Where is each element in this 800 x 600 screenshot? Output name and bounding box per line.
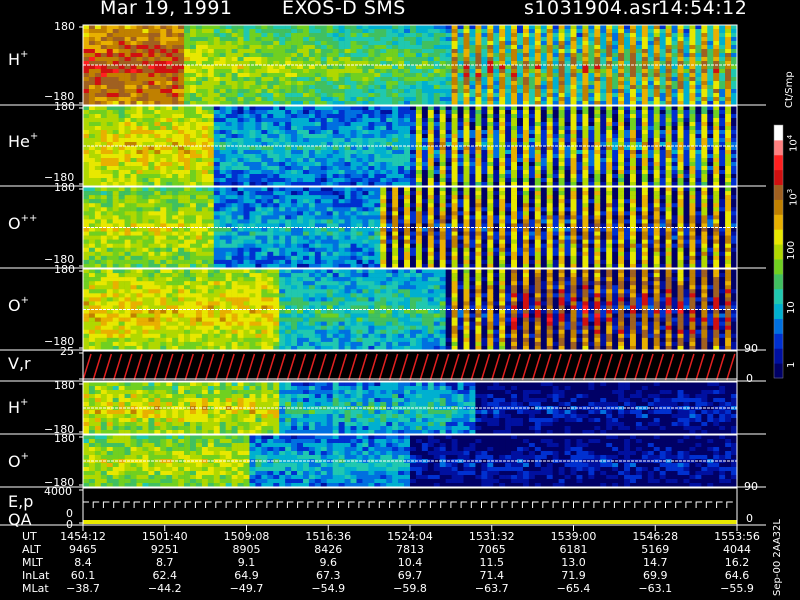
ephemeris-cell: 11.5 xyxy=(479,556,505,569)
ephemeris-row-label: ALT xyxy=(22,543,41,556)
ephemeris-cell: −38.7 xyxy=(66,582,100,595)
colorbar-swatch-0 xyxy=(774,363,783,379)
qa-bar xyxy=(83,520,737,524)
colorbar-tick-10-4: 104 xyxy=(786,134,800,152)
ephemeris-cell: 71.4 xyxy=(479,569,505,582)
ephemeris-cell: 7813 xyxy=(396,543,424,556)
ephemeris-cell: 60.1 xyxy=(70,569,96,582)
colorbar-swatch-1 xyxy=(774,348,783,364)
ephemeris-cell: 69.7 xyxy=(397,569,423,582)
colorbar-swatch-2 xyxy=(774,333,783,349)
colorbar-swatch-4 xyxy=(774,303,783,319)
colorbar-swatch-9 xyxy=(774,229,783,245)
ephemeris-cell: 9251 xyxy=(150,543,179,556)
colorbar-unit: Ct/Smp xyxy=(784,71,795,108)
ephemeris-cell: 71.9 xyxy=(561,569,586,582)
ephemeris-cell: 62.4 xyxy=(152,569,178,582)
ephemeris-cell: 13.0 xyxy=(561,556,586,569)
colorbar-swatch-11 xyxy=(774,199,783,215)
ephemeris-cell: 1546:28 xyxy=(632,530,679,543)
ephemeris-row-label: UT xyxy=(22,530,37,543)
ephemeris-cell: 9.6 xyxy=(319,556,338,569)
spectrogram-plot-area xyxy=(0,24,784,531)
ephemeris-cell: 1553:56 xyxy=(714,530,760,543)
ephemeris-cell: 10.4 xyxy=(397,556,423,569)
ephemeris-cell: 1531:32 xyxy=(468,530,515,543)
ephemeris-cell: 8426 xyxy=(314,543,343,556)
colorbar-swatch-3 xyxy=(774,318,783,334)
ephemeris-cell: 1516:36 xyxy=(305,530,352,543)
colorbar-swatch-10 xyxy=(774,214,783,230)
ephemeris-cell: 4044 xyxy=(723,543,751,556)
ephemeris-cell: −49.7 xyxy=(229,582,264,595)
colorbar-swatch-15 xyxy=(774,139,783,156)
colorbar-swatch-6 xyxy=(774,273,783,290)
ephemeris-cell: 8905 xyxy=(232,543,261,556)
colorbar-swatch-7 xyxy=(774,258,783,275)
colorbar-tick-10-3: 103 xyxy=(786,188,800,206)
ephemeris-cell: 5169 xyxy=(641,543,670,556)
ephemeris-cell: 9465 xyxy=(69,543,97,556)
ephemeris-cell: 1454:12 xyxy=(60,530,106,543)
ephemeris-cell: 67.3 xyxy=(316,569,341,582)
colorbar-swatch-14 xyxy=(774,154,783,171)
ephemeris-cell: −63.1 xyxy=(638,582,673,595)
ephemeris-cell: 69.9 xyxy=(643,569,668,582)
ephemeris-cell: 64.6 xyxy=(724,569,750,582)
ephemeris-cell: 64.9 xyxy=(234,569,259,582)
colorbar-swatch-16 xyxy=(774,125,783,141)
colorbar-swatch-5 xyxy=(774,288,783,305)
ephemeris-cell: 16.2 xyxy=(724,556,750,569)
ephemeris-cell: 1509:08 xyxy=(223,530,270,543)
colorbar-swatch-12 xyxy=(774,184,783,200)
ephemeris-row-label: MLT xyxy=(22,556,43,569)
colorbar-tick-1: 1 xyxy=(786,361,797,368)
ephemeris-cell: 1524:04 xyxy=(387,530,433,543)
ephemeris-cell: 1501:40 xyxy=(141,530,188,543)
ephemeris-cell: −55.9 xyxy=(720,582,754,595)
colorbar-swatch-13 xyxy=(774,169,783,186)
colorbar-tick-100: 100 xyxy=(786,240,797,260)
ephemeris-cell: 8.4 xyxy=(74,556,92,569)
ephemeris-cell: −63.7 xyxy=(474,582,509,595)
ephemeris-cell: 1539:00 xyxy=(550,530,597,543)
ephemeris-cell: 9.1 xyxy=(237,556,256,569)
ephemeris-cell: −54.9 xyxy=(311,582,346,595)
ephemeris-table: UT 1454:12 1501:40 1509:08 1516:36 1524:04 153… xyxy=(0,530,770,600)
ephemeris-cell: 8.7 xyxy=(156,556,174,569)
ephemeris-cell: −59.8 xyxy=(393,582,427,595)
ephemeris-cell: 14.7 xyxy=(643,556,668,569)
colorbar-tick-10: 10 xyxy=(786,301,797,314)
ephemeris-cell: 7065 xyxy=(477,543,506,556)
colorbar-swatch-8 xyxy=(774,244,783,260)
ephemeris-cell: −44.2 xyxy=(147,582,182,595)
ephemeris-cell: 6181 xyxy=(559,543,588,556)
ephemeris-cell: −65.4 xyxy=(556,582,591,595)
